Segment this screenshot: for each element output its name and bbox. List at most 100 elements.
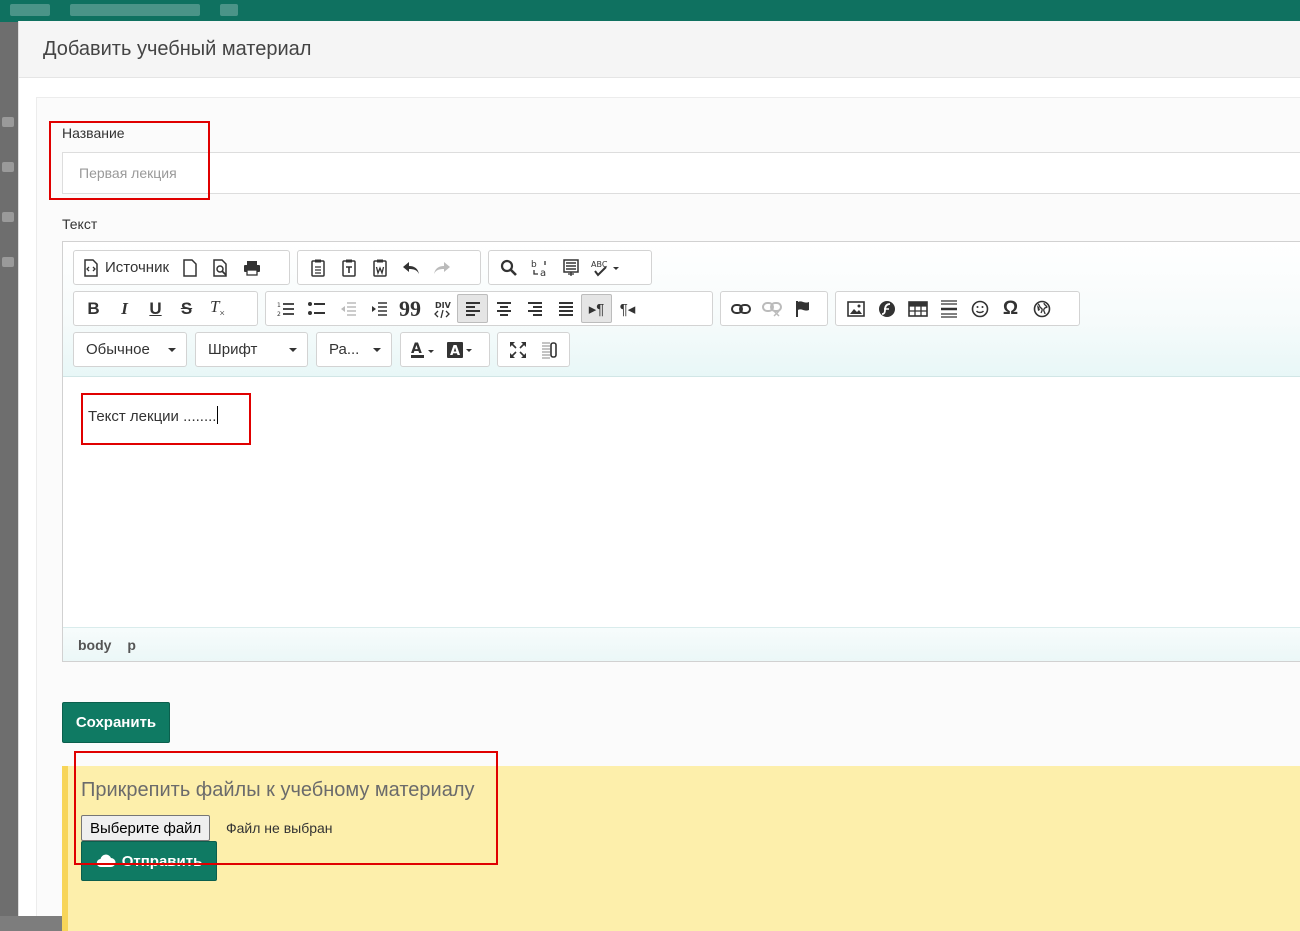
print-icon — [243, 260, 260, 276]
paste-icon — [310, 259, 325, 277]
background-logo — [10, 4, 50, 16]
background-nav-icon — [220, 4, 238, 16]
image-button[interactable] — [840, 294, 871, 323]
blockquote-icon: 99 — [399, 295, 421, 321]
toolbar-group-insert: Ω — [835, 291, 1080, 326]
editor-toolbar: Источник b a ABC B I U S T× 1 2 99 DIV ▸… — [63, 242, 1300, 377]
replace-button[interactable]: ba — [524, 253, 555, 282]
unlink-button[interactable] — [756, 294, 787, 323]
bulleted-list-button[interactable] — [301, 294, 332, 323]
undo-button[interactable] — [395, 253, 426, 282]
redo-button[interactable] — [426, 253, 457, 282]
chevron-down-icon — [168, 347, 176, 352]
replace-icon: ba — [531, 260, 546, 278]
font-size-combo[interactable]: Ра... — [316, 332, 392, 367]
align-right-button[interactable] — [519, 294, 550, 323]
modal-title: Добавить учебный материал — [43, 38, 312, 60]
source-button[interactable]: Источник — [78, 253, 174, 282]
numbered-list-icon: 12 — [277, 302, 294, 317]
numbered-list-button[interactable]: 12 — [270, 294, 301, 323]
indent-icon — [371, 301, 387, 316]
text-direction-rtl-icon: ¶◂ — [619, 300, 636, 318]
blockquote-button[interactable]: 99 — [394, 294, 426, 323]
svg-text:2: 2 — [277, 311, 281, 317]
path-item-body[interactable]: body — [78, 637, 111, 653]
svg-text:DIV: DIV — [435, 301, 451, 310]
align-center-icon — [496, 301, 511, 316]
path-item-p[interactable]: p — [127, 637, 136, 653]
underline-button[interactable]: U — [140, 294, 171, 323]
div-icon: DIV — [433, 301, 451, 318]
smiley-button[interactable] — [964, 294, 995, 323]
paste-text-button[interactable] — [333, 253, 364, 282]
file-status-text: Файл не выбран — [226, 820, 333, 836]
flash-button[interactable] — [871, 294, 902, 323]
send-button[interactable]: Отправить — [81, 841, 217, 881]
align-justify-button[interactable] — [550, 294, 581, 323]
preview-icon — [212, 258, 227, 277]
svg-text:1: 1 — [277, 302, 281, 309]
search-icon — [500, 259, 517, 276]
flash-icon — [878, 300, 895, 317]
align-left-button[interactable] — [457, 294, 488, 323]
toolbar-group-links — [720, 291, 828, 326]
background-sidebar — [0, 22, 18, 916]
maximize-button[interactable] — [502, 335, 533, 364]
horizontal-rule-button[interactable] — [933, 294, 964, 323]
editor-element-path: body p — [63, 627, 1300, 661]
indent-button[interactable] — [363, 294, 394, 323]
align-center-button[interactable] — [488, 294, 519, 323]
toolbar-group-clipboard — [297, 250, 481, 285]
modal-body: Название Текст Источник — [36, 97, 1300, 931]
new-page-button[interactable] — [174, 253, 205, 282]
special-char-button[interactable]: Ω — [995, 294, 1026, 323]
text-color-button[interactable]: A — [405, 335, 441, 364]
find-button[interactable] — [493, 253, 524, 282]
text-direction-ltr-icon: ▸¶ — [588, 300, 605, 318]
table-icon — [907, 300, 928, 317]
format-combo[interactable]: Обычное — [73, 332, 187, 367]
attachments-title: Прикрепить файлы к учебному материалу — [81, 779, 475, 801]
title-input[interactable] — [62, 152, 1300, 194]
create-div-button[interactable]: DIV — [426, 294, 457, 323]
toolbar-group-tools — [497, 332, 570, 367]
strike-button[interactable]: S — [171, 294, 202, 323]
bold-button[interactable]: B — [78, 294, 109, 323]
paste-text-icon — [341, 259, 356, 277]
link-button[interactable] — [725, 294, 756, 323]
toolbar-group-basic-styles: B I U S T× — [73, 291, 258, 326]
omega-icon: Ω — [1002, 297, 1019, 319]
italic-button[interactable]: I — [109, 294, 140, 323]
bold-icon: B — [87, 298, 100, 318]
editor-content-area[interactable]: Текст лекции ........ — [63, 378, 1300, 628]
preview-button[interactable] — [205, 253, 236, 282]
undo-icon — [402, 261, 419, 274]
paste-word-button[interactable] — [364, 253, 395, 282]
show-blocks-button[interactable] — [533, 335, 564, 364]
modal-header: Добавить учебный материал — [19, 21, 1300, 78]
font-combo[interactable]: Шрифт — [195, 332, 308, 367]
select-all-button[interactable] — [555, 253, 586, 282]
spellcheck-button[interactable]: ABC — [586, 253, 626, 282]
ltr-button[interactable]: ▸¶ — [581, 294, 612, 323]
link-icon — [730, 303, 751, 314]
rtl-button[interactable]: ¶◂ — [612, 294, 643, 323]
outdent-button[interactable] — [332, 294, 363, 323]
background-color-button[interactable]: A — [441, 335, 479, 364]
align-left-icon — [465, 301, 480, 316]
print-button[interactable] — [236, 253, 267, 282]
toolbar-group-document: Источник — [73, 250, 290, 285]
new-page-icon — [182, 258, 197, 277]
globe-icon — [1033, 300, 1050, 317]
remove-format-button[interactable]: T× — [202, 294, 233, 323]
text-cursor — [217, 406, 219, 424]
anchor-button[interactable] — [787, 294, 818, 323]
table-button[interactable] — [902, 294, 933, 323]
iframe-button[interactable] — [1026, 294, 1057, 323]
add-material-modal: Добавить учебный материал Название Текст… — [18, 21, 1300, 931]
unlink-icon — [761, 301, 782, 317]
choose-file-button[interactable]: Выберите файл — [81, 815, 211, 841]
save-button[interactable]: Сохранить — [62, 702, 170, 743]
editor-content-text: Текст лекции ........ — [88, 406, 219, 425]
paste-button[interactable] — [302, 253, 333, 282]
